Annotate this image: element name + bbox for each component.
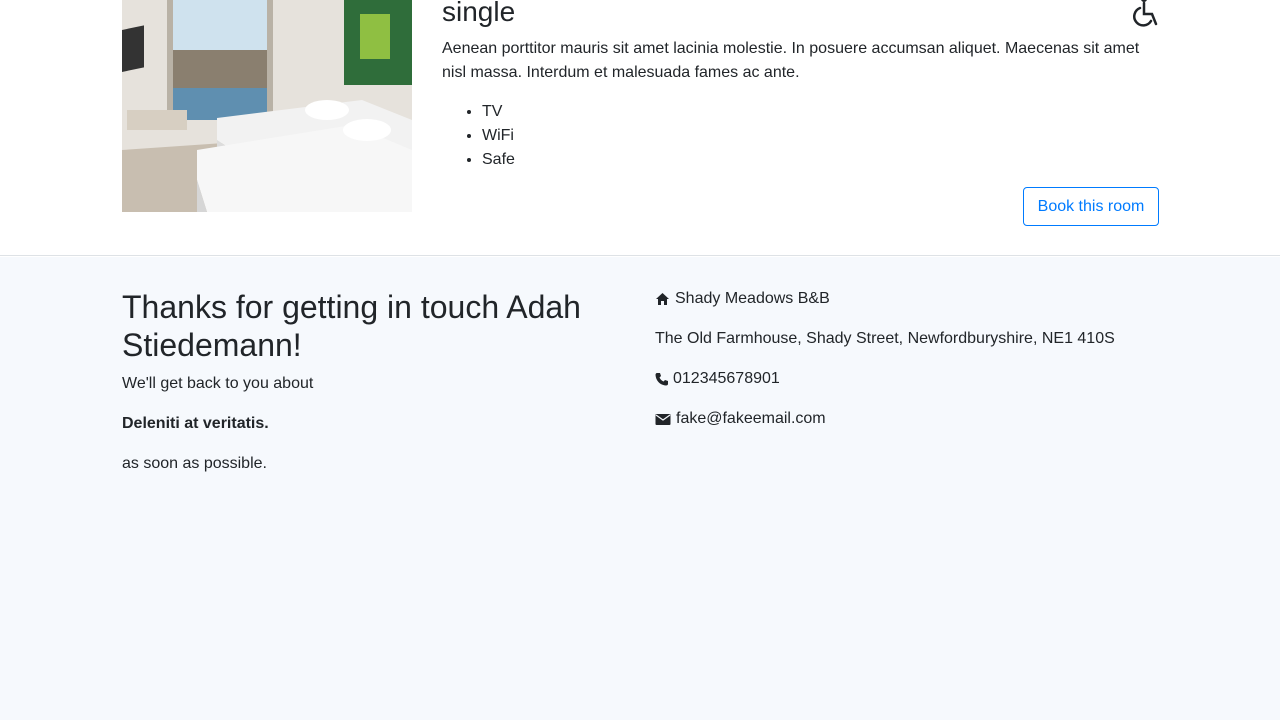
confirmation-text-end: as soon as possible. <box>122 455 267 472</box>
room-description: Aenean porttitor mauris sit amet lacinia… <box>442 40 1140 81</box>
envelope-icon <box>655 412 671 426</box>
room-image <box>122 0 412 212</box>
business-address-text: The Old Farmhouse, Shady Street, Newford… <box>655 330 1115 347</box>
amenity-item: TV <box>482 100 515 124</box>
home-icon <box>655 292 670 306</box>
book-room-button[interactable]: Book this room <box>1023 187 1159 226</box>
business-address: The Old Farmhouse, Shady Street, Newford… <box>655 328 1115 350</box>
phone-icon <box>655 372 668 386</box>
business-email: fake@fakeemail.com <box>655 408 826 430</box>
room-type-title: single <box>442 0 516 27</box>
amenity-item: WiFi <box>482 124 515 148</box>
confirmation-subject: Deleniti at veritatis. <box>122 415 269 432</box>
room-card: single Aenean porttitor mauris sit amet … <box>0 0 1280 256</box>
confirmation-title: Thanks for getting in touch Adah Stiedem… <box>122 289 581 363</box>
wheelchair-icon <box>1124 0 1160 30</box>
contact-section: Thanks for getting in touch Adah Stiedem… <box>0 257 1280 720</box>
business-phone: 012345678901 <box>655 368 780 390</box>
business-phone-text: 012345678901 <box>673 370 780 387</box>
business-name: Shady Meadows B&B <box>655 288 830 310</box>
confirmation-text: We'll get back to you about <box>122 375 314 392</box>
business-email-text: fake@fakeemail.com <box>676 410 826 427</box>
amenity-item: Safe <box>482 148 515 172</box>
business-name-text: Shady Meadows B&B <box>675 290 830 307</box>
amenities-list: TV WiFi Safe <box>482 100 515 172</box>
